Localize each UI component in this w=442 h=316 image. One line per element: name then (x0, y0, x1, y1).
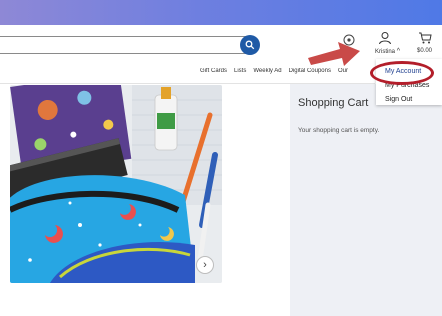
nav-digital-coupons[interactable]: Digital Coupons (289, 68, 331, 80)
cart-button[interactable] (417, 30, 433, 46)
cart-empty-message: Your shopping cart is empty. (298, 127, 380, 134)
cart-icon (419, 32, 432, 44)
nav-lists[interactable]: Lists (234, 68, 246, 80)
chevron-up-icon: ^ (396, 48, 400, 55)
user-icon (379, 32, 391, 45)
search-icon (245, 40, 255, 50)
nav-our[interactable]: Our (338, 68, 348, 80)
hero-banner[interactable] (10, 85, 222, 283)
search-button[interactable] (240, 35, 260, 55)
cart-panel: Shopping Cart Your shopping cart is empt… (290, 84, 442, 316)
red-arrow-icon (308, 42, 360, 66)
highlight-circle (370, 61, 434, 85)
search-input[interactable] (0, 36, 256, 54)
top-banner (0, 0, 442, 25)
chevron-right-icon: › (203, 259, 207, 271)
cart-total[interactable]: $0.00 (417, 48, 432, 54)
secondary-nav: Gift Cards Lists Weekly Ad Digital Coupo… (200, 68, 376, 80)
account-button[interactable] (377, 30, 393, 46)
user-name: Kristina (375, 49, 396, 55)
hero-image (10, 85, 222, 283)
nav-gift-cards[interactable]: Gift Cards (200, 68, 227, 80)
menu-sign-out[interactable]: Sign Out (385, 96, 412, 103)
nav-weekly-ad[interactable]: Weekly Ad (253, 68, 281, 80)
hero-next-button[interactable]: › (196, 256, 214, 274)
cart-title: Shopping Cart (298, 97, 369, 109)
account-name[interactable]: Kristina ^ (375, 48, 400, 55)
